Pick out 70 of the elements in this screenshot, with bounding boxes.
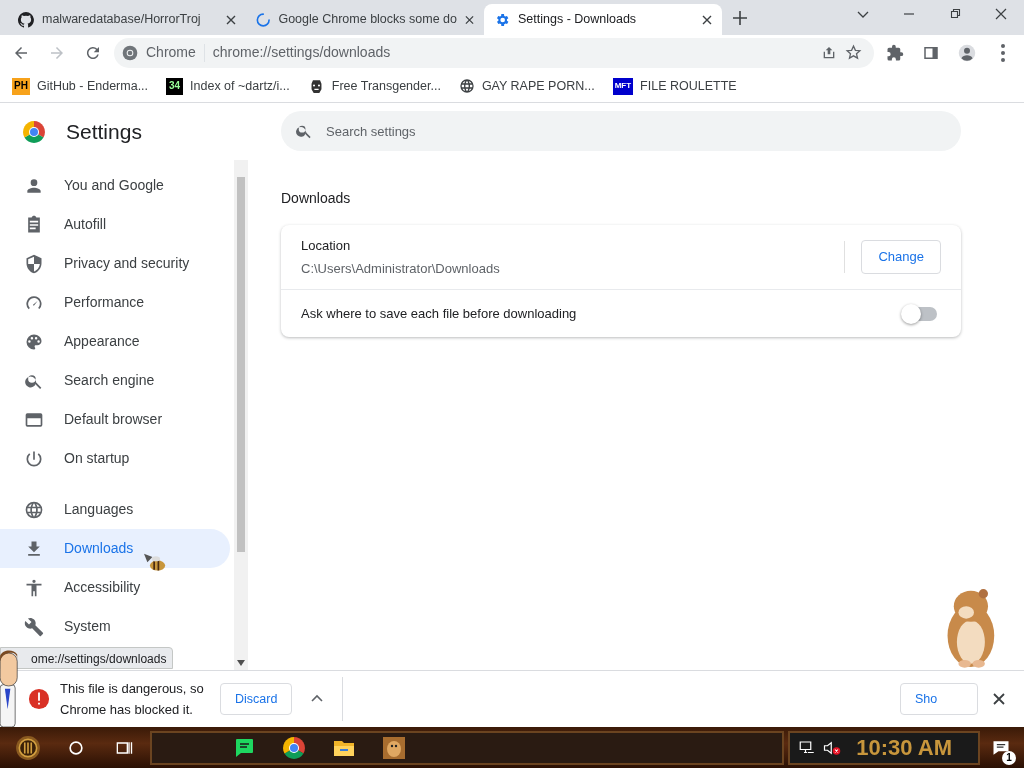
puzzle-icon <box>886 43 904 62</box>
discard-button[interactable]: Discard <box>220 682 293 716</box>
bookmark[interactable]: GAY RAPE PORN... <box>458 76 595 96</box>
favicon: MFT <box>612 77 634 95</box>
shield-icon <box>24 253 44 274</box>
warning-message: This file is dangerous, so Chrome has blocked it. <box>60 680 205 719</box>
nav-item[interactable]: Search engine <box>0 361 230 400</box>
bookmark[interactable]: Free Transgender... <box>307 76 441 96</box>
site-label: Chrome <box>146 43 196 62</box>
accessibility-icon <box>24 577 44 598</box>
nav-item[interactable]: System <box>0 607 230 646</box>
wrench-icon <box>24 616 44 637</box>
globe-icon <box>458 78 475 94</box>
share-icon[interactable] <box>821 44 837 61</box>
bookmark[interactable]: 34 Index of ~dartz/i... <box>166 76 290 96</box>
toggle-switch[interactable] <box>903 306 937 321</box>
nav-item[interactable]: Downloads <box>0 529 230 568</box>
setting-label: Ask where to save each file before downloading <box>301 304 578 323</box>
section-heading: Downloads <box>281 189 352 208</box>
loading-spinner-icon <box>256 11 271 28</box>
nav-item[interactable]: On startup <box>0 439 230 478</box>
notification-badge: 1 <box>1002 750 1016 765</box>
settings-title: Settings <box>66 118 142 145</box>
scroll-down-icon[interactable] <box>237 660 245 666</box>
nav-item[interactable]: Privacy and security <box>0 244 230 283</box>
location-label: Location <box>301 236 352 255</box>
chrome-icon <box>122 44 138 61</box>
clock[interactable]: 10:30 AM <box>856 731 952 764</box>
nav-item[interactable]: Languages <box>0 490 230 529</box>
restore-icon <box>949 7 961 20</box>
plus-icon <box>733 10 747 25</box>
change-button[interactable]: Change <box>861 240 941 274</box>
url-text: chrome://settings/downloads <box>212 43 391 62</box>
notifications-button[interactable]: 1 <box>984 728 1018 767</box>
browser-tab[interactable]: Settings - Downloads <box>484 4 722 35</box>
close-icon[interactable] <box>226 14 236 25</box>
warning-icon <box>28 688 50 710</box>
address-bar[interactable]: Chrome chrome://settings/downloads <box>114 37 874 68</box>
bookmark[interactable]: MFT FILE ROULETTE <box>612 76 737 96</box>
octocat-icon <box>18 11 34 28</box>
favicon: PH <box>12 77 30 95</box>
nav-item[interactable]: Default browser <box>0 400 230 439</box>
close-icon <box>995 7 1007 20</box>
nav-item[interactable]: Performance <box>0 283 230 322</box>
url-status-tooltip: ome://settings/downloads <box>0 647 174 669</box>
app-icon <box>382 735 406 760</box>
show-all-button[interactable]: Sho <box>900 682 978 716</box>
kebab-menu-icon <box>1001 43 1005 62</box>
bee-cursor-icon <box>142 552 168 574</box>
chrome-logo-icon <box>22 119 46 144</box>
bookmark[interactable]: PH GitHub - Enderma... <box>12 76 149 96</box>
chrome-icon <box>282 735 306 760</box>
favicon: 34 <box>166 77 184 95</box>
scrollbar[interactable] <box>234 160 248 670</box>
browser-tab[interactable]: malwaredatabase/HorrorTroj <box>8 4 246 35</box>
globe-icon <box>24 499 44 520</box>
browser-tab[interactable]: Google Chrome blocks some do <box>246 4 484 35</box>
star-icon[interactable] <box>845 44 862 61</box>
close-icon[interactable] <box>702 14 712 25</box>
nav-item[interactable]: Appearance <box>0 322 230 361</box>
location-path: C:\Users\Administrator\Downloads <box>301 260 501 278</box>
close-icon[interactable] <box>465 14 474 25</box>
nav-item[interactable]: You and Google <box>0 166 230 205</box>
avatar-icon <box>958 43 976 62</box>
nav-item[interactable]: Accessibility <box>0 568 230 607</box>
settings-icon <box>494 11 510 28</box>
search-field[interactable]: Search settings <box>281 111 961 151</box>
start-icon <box>15 734 41 761</box>
close-icon <box>993 693 1005 705</box>
nav-item[interactable]: Autofill <box>0 205 230 244</box>
